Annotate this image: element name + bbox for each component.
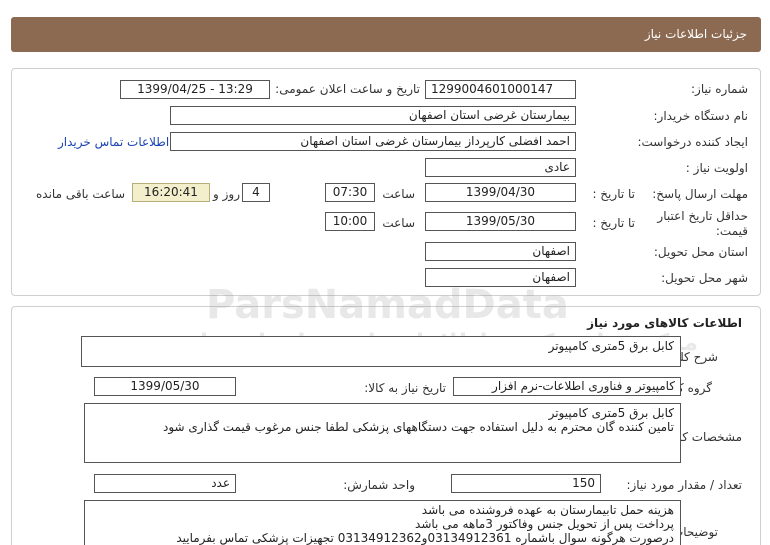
requester-label: ایجاد کننده درخواست:	[637, 135, 748, 149]
spec-field: کابل برق 5متری کامپیوتر تامین کننده گان …	[84, 403, 681, 463]
unit-label: واحد شمارش:	[343, 478, 415, 492]
days-label: روز و	[213, 187, 240, 201]
notes-line-1: هزینه حمل تابیمارستان به عهده فروشنده می…	[421, 503, 674, 517]
validity-time-label: ساعت	[382, 216, 415, 230]
spec-line-2: تامین کننده گان محترم به دلیل استفاده جه…	[163, 420, 674, 434]
need-date-field: 1399/05/30	[94, 377, 236, 396]
buyer-notes-field: هزینه حمل تابیمارستان به عهده فروشنده می…	[84, 500, 681, 545]
announce-datetime-field: 1399/04/25 - 13:29	[120, 80, 270, 99]
announce-label: تاریخ و ساعت اعلان عمومی:	[275, 82, 420, 96]
province-field: اصفهان	[425, 242, 576, 261]
spec-line-1: کابل برق 5متری کامپیوتر	[548, 406, 674, 420]
city-field: اصفهان	[425, 268, 576, 287]
deadline-label: مهلت ارسال پاسخ:	[652, 187, 748, 201]
page-title: جزئیات اطلاعات نیاز	[644, 27, 747, 41]
notes-line-2: پرداخت پس از تحویل جنس وفاکتور 3ماهه می …	[415, 517, 674, 531]
quantity-label: تعداد / مقدار مورد نیاز:	[626, 478, 742, 492]
min-validity-label-2: قیمت:	[715, 224, 748, 238]
min-validity-label-1: حداقل تاریخ اعتبار	[657, 209, 748, 223]
goods-section-title: اطلاعات کالاهای مورد نیاز	[587, 316, 742, 330]
validity-to-date-label: تا تاریخ :	[592, 216, 635, 230]
need-info-panel	[11, 68, 761, 296]
buyer-org-field: بیمارستان غرضی استان اصفهان	[170, 106, 576, 125]
city-label: شهر محل تحویل:	[661, 271, 748, 285]
unit-field: عدد	[94, 474, 236, 493]
quantity-field: 150	[451, 474, 601, 493]
need-number-label: شماره نیاز:	[691, 82, 748, 96]
validity-date-field: 1399/05/30	[425, 212, 576, 231]
days-remaining-field: 4	[242, 183, 270, 202]
page-header: جزئیات اطلاعات نیاز	[11, 17, 761, 52]
need-number-field: 1299004601000147	[425, 80, 576, 99]
general-desc-field: کابل برق 5متری کامپیوتر	[81, 336, 681, 367]
validity-time-field: 10:00	[325, 212, 375, 231]
deadline-date-field: 1399/04/30	[425, 183, 576, 202]
deadline-to-date-label: تا تاریخ :	[592, 187, 635, 201]
priority-field: عادی	[425, 158, 576, 177]
priority-label: اولویت نیاز :	[685, 161, 748, 175]
deadline-time-label: ساعت	[382, 187, 415, 201]
deadline-time-field: 07:30	[325, 183, 375, 202]
buyer-contact-link[interactable]: اطلاعات تماس خریدار	[58, 135, 169, 149]
remaining-time-field: 16:20:41	[132, 183, 210, 202]
notes-line-3: درصورت هرگونه سوال باشماره 03134912361و0…	[176, 531, 674, 545]
need-date-label: تاریخ نیاز به کالا:	[364, 381, 446, 395]
requester-field: احمد افضلی کارپرداز بیمارستان غرضی استان…	[170, 132, 576, 151]
buyer-org-label: نام دستگاه خریدار:	[653, 109, 749, 123]
remaining-label: ساعت باقی مانده	[36, 187, 126, 201]
goods-group-field: کامپیوتر و فناوری اطلاعات-نرم افزار	[453, 377, 681, 396]
province-label: استان محل تحویل:	[653, 245, 748, 259]
